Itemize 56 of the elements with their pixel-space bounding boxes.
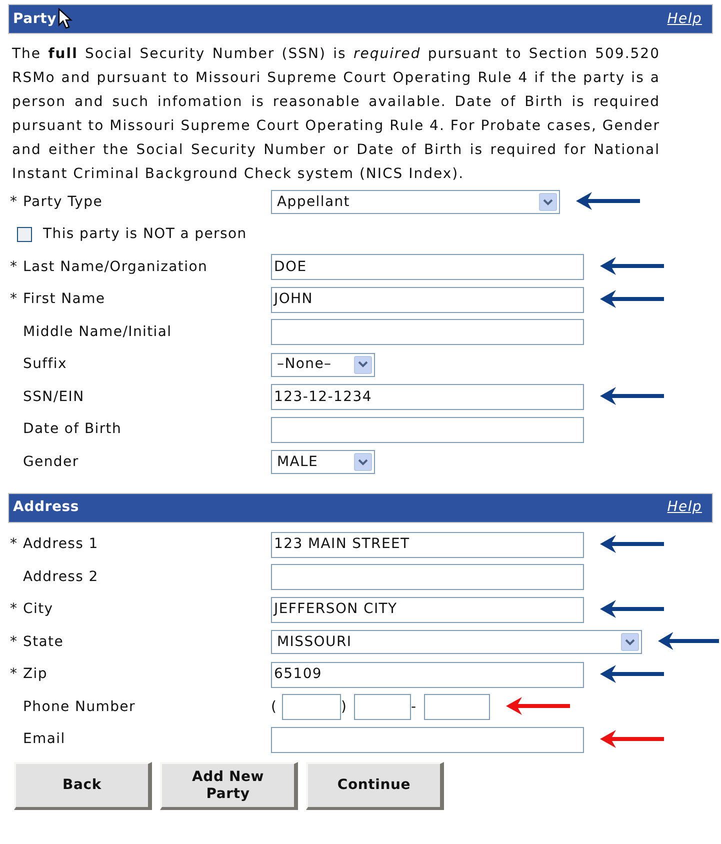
required-marker: * bbox=[10, 258, 18, 275]
field-label: Zip bbox=[23, 665, 48, 684]
chevron-icon bbox=[539, 193, 557, 212]
phone-separator: - bbox=[411, 698, 418, 717]
field-label: Party Type bbox=[23, 192, 103, 212]
required-marker: * bbox=[10, 634, 18, 650]
input-field[interactable]: 123-12-1234 bbox=[271, 384, 584, 410]
section-title: Party bbox=[13, 10, 57, 28]
form-button[interactable]: Add New Party bbox=[160, 762, 298, 810]
section-title: Address bbox=[13, 498, 80, 517]
input-field[interactable] bbox=[424, 694, 490, 720]
field-label: Email bbox=[23, 730, 66, 750]
field-label: Date of Birth bbox=[23, 420, 122, 440]
dropdown-field[interactable]: MALE bbox=[271, 450, 375, 474]
input-field[interactable]: JOHN bbox=[271, 286, 584, 313]
checkbox-label: This party is NOT a person bbox=[43, 225, 247, 244]
field-label: State bbox=[23, 632, 64, 652]
help-link[interactable]: Help bbox=[667, 497, 702, 518]
field-label: Last Name/Organization bbox=[23, 258, 208, 277]
field-label: SSN/EIN bbox=[23, 388, 84, 407]
input-field[interactable]: 123 MAIN STREET bbox=[271, 532, 584, 558]
required-marker: * bbox=[10, 291, 18, 308]
intro-paragraph: The full Social Security Number (SSN) is required pursuant to Section 509.520 RSMo and pursuant to Missouri Supreme Court Operating Rule 4 if the party is a person and such infomation is reasonable available. Date of Birth is required pursuant to Missouri Supreme Court Operating Rule 4. For Probate cases, Gender and either the Social Security Number or Date of Birth is required for National Instant Criminal Background Check system (NICS Index). bbox=[12, 45, 660, 184]
field-label: Middle Name/Initial bbox=[23, 322, 172, 342]
required-marker: * bbox=[10, 601, 18, 618]
dropdown-field[interactable]: Appellant bbox=[271, 190, 560, 214]
input-field[interactable] bbox=[271, 726, 584, 753]
checkbox[interactable] bbox=[17, 227, 32, 242]
input-field[interactable] bbox=[282, 694, 341, 720]
field-label: Gender bbox=[23, 452, 79, 472]
input-field[interactable] bbox=[271, 319, 584, 346]
form-button[interactable]: Back bbox=[14, 762, 152, 810]
phone-separator: ) bbox=[341, 698, 348, 717]
field-label: Address 2 bbox=[23, 568, 98, 587]
required-marker: * bbox=[10, 194, 18, 210]
input-field[interactable]: 65109 bbox=[271, 662, 584, 688]
input-field[interactable] bbox=[271, 564, 584, 590]
phone-separator: ( bbox=[271, 698, 278, 717]
dropdown-field[interactable]: –None– bbox=[271, 352, 375, 377]
input-field[interactable]: DOE bbox=[271, 254, 584, 280]
form-button[interactable]: Continue bbox=[306, 762, 444, 810]
field-label: First Name bbox=[23, 290, 106, 310]
help-link[interactable]: Help bbox=[667, 8, 702, 30]
required-marker: * bbox=[10, 536, 18, 552]
dropdown-field[interactable]: MISSOURI bbox=[271, 630, 642, 654]
input-field[interactable] bbox=[271, 416, 584, 443]
field-label: City bbox=[23, 600, 54, 620]
chevron-icon bbox=[354, 356, 372, 374]
input-field[interactable] bbox=[354, 694, 411, 720]
field-label: Suffix bbox=[23, 355, 67, 374]
field-label: Phone Number bbox=[23, 698, 136, 717]
required-marker: * bbox=[10, 666, 18, 682]
chevron-icon bbox=[354, 453, 372, 472]
input-field[interactable]: JEFFERSON CITY bbox=[271, 596, 584, 623]
chevron-icon bbox=[621, 633, 640, 652]
field-label: Address 1 bbox=[23, 535, 98, 554]
